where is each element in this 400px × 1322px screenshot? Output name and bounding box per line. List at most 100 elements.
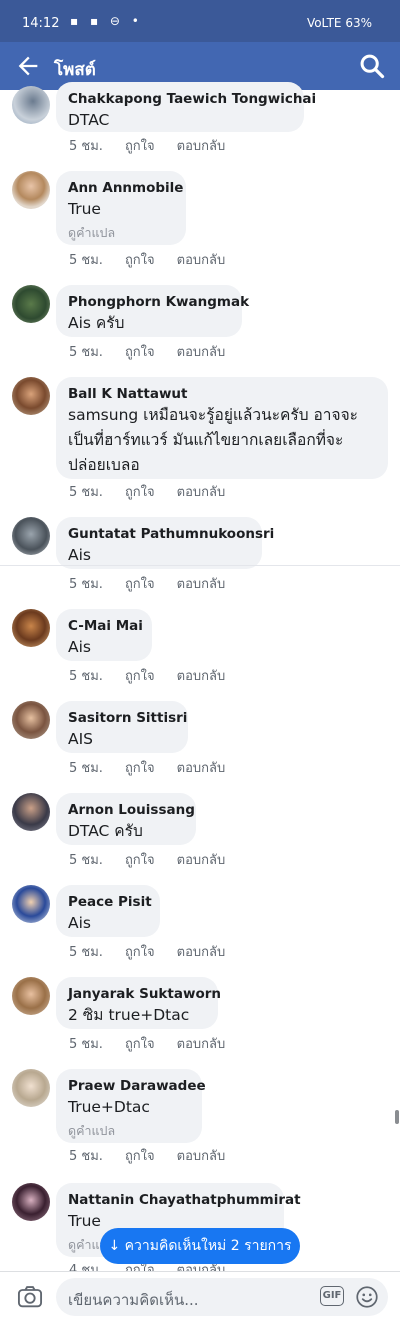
avatar[interactable] <box>12 285 50 323</box>
reply-link[interactable]: ตอบกลับ <box>177 577 226 592</box>
comment-bubble[interactable]: Peace Pisit Ais <box>56 885 160 937</box>
avatar[interactable] <box>12 609 50 647</box>
commenter-name[interactable]: Sasitorn Sittisri <box>68 709 187 727</box>
comment-time: 5 ชม. <box>69 577 103 592</box>
comment-bubble[interactable]: Ann Annmobile True ดูคำแปล <box>56 171 186 245</box>
comment-actions: 5 ชม. ถูกใจ ตอบกลับ <box>69 1033 247 1054</box>
comment-bubble[interactable]: Arnon Louissang DTAC ครับ <box>56 793 196 845</box>
like-link[interactable]: ถูกใจ <box>125 139 155 154</box>
avatar[interactable] <box>12 885 50 923</box>
avatar[interactable] <box>12 1183 50 1221</box>
reply-link[interactable]: ตอบกลับ <box>177 853 226 868</box>
avatar[interactable] <box>12 701 50 739</box>
like-link[interactable]: ถูกใจ <box>125 1149 155 1164</box>
comment-actions: 5 ชม. ถูกใจ ตอบกลับ <box>69 135 247 156</box>
commenter-name[interactable]: Phongphorn Kwangmak <box>68 293 249 311</box>
like-link[interactable]: ถูกใจ <box>125 761 155 776</box>
comment-time: 5 ชม. <box>69 853 103 868</box>
reply-link[interactable]: ตอบกลับ <box>177 345 226 360</box>
commenter-name[interactable]: Guntatat Pathumnukoonsri <box>68 525 274 543</box>
comment-bubble[interactable]: Ball K Nattawut samsung เหมือนจะรู้อยู่แ… <box>56 377 388 479</box>
see-translation-link[interactable]: ดูคำแปล <box>68 1122 190 1140</box>
comment-actions: 5 ชม. ถูกใจ ตอบกลับ <box>69 941 247 962</box>
avatar[interactable] <box>12 86 50 124</box>
comment-text: Ais ครับ <box>68 314 125 332</box>
new-comments-button[interactable]: ↓ ความคิดเห็นใหม่ 2 รายการ <box>100 1228 300 1264</box>
commenter-name[interactable]: Peace Pisit <box>68 893 152 911</box>
reply-link[interactable]: ตอบกลับ <box>177 485 226 500</box>
comment-actions: 5 ชม. ถูกใจ ตอบกลับ <box>69 665 247 686</box>
comment-time: 5 ชม. <box>69 669 103 684</box>
avatar[interactable] <box>12 517 50 555</box>
back-arrow-icon[interactable] <box>14 52 42 80</box>
comment-bubble[interactable]: Sasitorn Sittisri AIS <box>56 701 188 753</box>
reply-link[interactable]: ตอบกลับ <box>177 945 226 960</box>
see-translation-link[interactable]: ดูคำแปล <box>68 224 174 242</box>
comment-actions: 5 ชม. ถูกใจ ตอบกลับ <box>69 481 247 502</box>
comment-bubble[interactable]: Praew Darawadee True+Dtac ดูคำแปล <box>56 1069 206 1143</box>
comment-text: True+Dtac <box>68 1098 150 1116</box>
emoji-icon[interactable] <box>354 1284 380 1310</box>
comment-time: 5 ชม. <box>69 139 103 154</box>
commenter-name[interactable]: Ball K Nattawut <box>68 385 376 403</box>
like-link[interactable]: ถูกใจ <box>125 669 155 684</box>
like-link[interactable]: ถูกใจ <box>125 345 155 360</box>
like-link[interactable]: ถูกใจ <box>125 1037 155 1052</box>
comment-bubble[interactable]: Phongphorn Kwangmak Ais ครับ <box>56 285 249 337</box>
avatar[interactable] <box>12 171 50 209</box>
comment-actions: 5 ชม. ถูกใจ ตอบกลับ <box>69 849 247 870</box>
avatar[interactable] <box>12 377 50 415</box>
avatar[interactable] <box>12 1069 50 1107</box>
like-link[interactable]: ถูกใจ <box>125 577 155 592</box>
comment-input[interactable]: เขียนความคิดเห็น... GIF <box>56 1278 388 1316</box>
comment-bubble[interactable]: Guntatat Pathumnukoonsri Ais <box>56 517 274 569</box>
comment-time: 5 ชม. <box>69 1037 103 1052</box>
comment-time: 5 ชม. <box>69 485 103 500</box>
comment-composer: เขียนความคิดเห็น... GIF <box>0 1271 400 1322</box>
notification-icons: ▪ ▪ ⊖ • <box>70 14 143 28</box>
comment-actions: 5 ชม. ถูกใจ ตอบกลับ <box>69 573 247 594</box>
comment-text: DTAC ครับ <box>68 822 143 840</box>
comment-bubble[interactable]: Chakkapong Taewich Tongwichai DTAC <box>56 82 316 132</box>
comment-text: Ais <box>68 638 91 656</box>
like-link[interactable]: ถูกใจ <box>125 485 155 500</box>
reply-link[interactable]: ตอบกลับ <box>177 139 226 154</box>
commenter-name[interactable]: Chakkapong Taewich Tongwichai <box>68 90 316 108</box>
commenter-name[interactable]: Nattanin Chayathatphummirat <box>68 1191 301 1209</box>
comment-text: Ais <box>68 914 91 932</box>
avatar[interactable] <box>12 793 50 831</box>
comment-text-line: samsung เหมือนจะรู้อยู่แล้วนะครับ อาจจะ <box>68 406 358 424</box>
reply-link[interactable]: ตอบกลับ <box>177 669 226 684</box>
search-icon[interactable] <box>358 52 386 80</box>
gif-button[interactable]: GIF <box>320 1286 344 1306</box>
status-right: VoLTE 63% <box>306 16 372 30</box>
comment-text: 2 ซิม true+Dtac <box>68 1006 190 1024</box>
comment-bubble[interactable]: Janyarak Suktaworn 2 ซิม true+Dtac <box>56 977 221 1029</box>
camera-icon[interactable] <box>16 1283 44 1311</box>
reply-link[interactable]: ตอบกลับ <box>177 1149 226 1164</box>
commenter-name[interactable]: Ann Annmobile <box>68 179 183 197</box>
commenter-name[interactable]: Praew Darawadee <box>68 1077 206 1095</box>
commenter-name[interactable]: C-Mai Mai <box>68 617 143 635</box>
like-link[interactable]: ถูกใจ <box>125 853 155 868</box>
comment-input-placeholder: เขียนความคิดเห็น... <box>68 1291 199 1309</box>
comment-text: AIS <box>68 730 94 748</box>
commenter-name[interactable]: Arnon Louissang <box>68 801 195 819</box>
like-link[interactable]: ถูกใจ <box>125 253 155 268</box>
comment-actions: 5 ชม. ถูกใจ ตอบกลับ <box>69 249 247 270</box>
status-bar: 14:12 ▪ ▪ ⊖ • VoLTE 63% <box>0 0 400 42</box>
comment-text-line: เป็นที่ฮาร์ทแวร์ มันแก้ไขยากเลยเลือกที่จ… <box>68 431 344 449</box>
commenter-name[interactable]: Janyarak Suktaworn <box>68 985 221 1003</box>
page-title: โพสต์ <box>54 60 96 80</box>
comment-actions: 5 ชม. ถูกใจ ตอบกลับ <box>69 1145 247 1166</box>
comment-actions: 5 ชม. ถูกใจ ตอบกลับ <box>69 341 247 362</box>
scrollbar-thumb[interactable] <box>395 1110 399 1124</box>
divider <box>0 565 400 566</box>
like-link[interactable]: ถูกใจ <box>125 945 155 960</box>
reply-link[interactable]: ตอบกลับ <box>177 253 226 268</box>
comment-bubble[interactable]: C-Mai Mai Ais <box>56 609 152 661</box>
comment-text: DTAC <box>68 111 110 129</box>
avatar[interactable] <box>12 977 50 1015</box>
reply-link[interactable]: ตอบกลับ <box>177 761 226 776</box>
reply-link[interactable]: ตอบกลับ <box>177 1037 226 1052</box>
